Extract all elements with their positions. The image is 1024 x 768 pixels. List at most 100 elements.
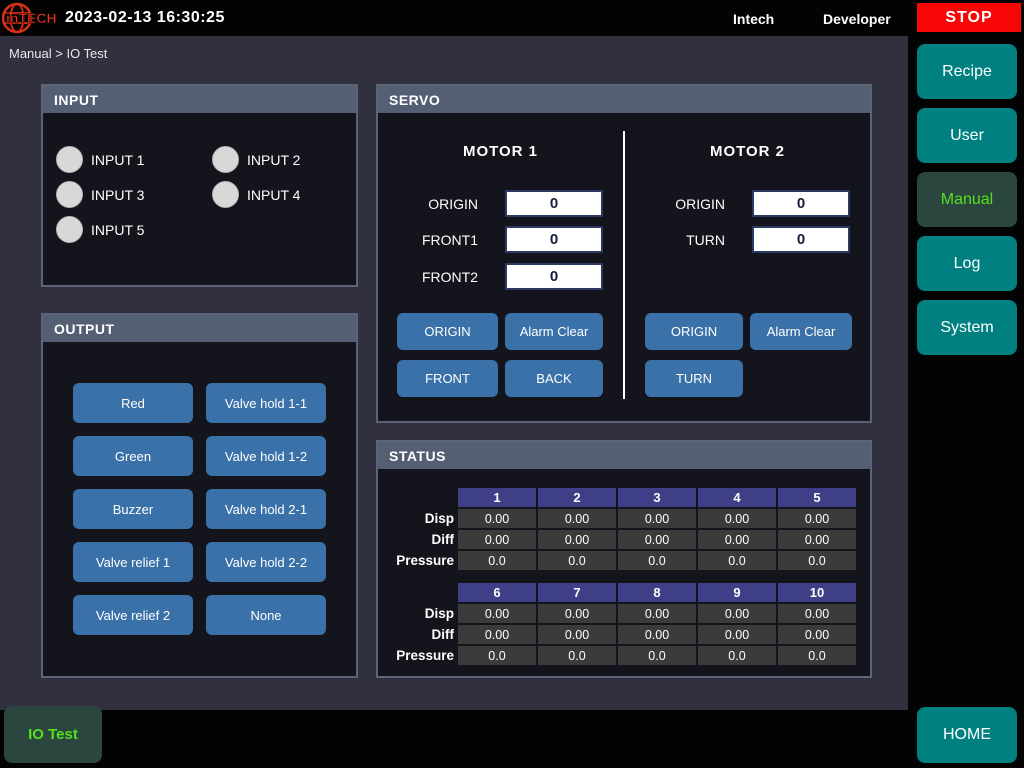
motor1-front2-value-field[interactable]: 0 — [505, 263, 603, 290]
status-col-header: 7 — [538, 583, 616, 602]
sidebar-item-log[interactable]: Log — [917, 236, 1017, 291]
page-tab-io-test[interactable]: IO Test — [4, 706, 102, 763]
status-cell: 0.00 — [458, 509, 536, 528]
sidebar-item-manual[interactable]: Manual — [917, 172, 1017, 227]
datetime-display: 2023-02-13 16:30:25 — [65, 9, 225, 27]
status-col-header: 10 — [778, 583, 856, 602]
input-indicator-3: INPUT 3 — [56, 181, 212, 208]
output-valve-hold-2-2-button[interactable]: Valve hold 2-2 — [206, 542, 326, 582]
motor2-turn-button[interactable]: TURN — [645, 360, 743, 397]
status-table-1-5: 1 2 3 4 5 Disp 0.00 0.00 0.00 0.00 0.00 … — [380, 488, 856, 570]
motor2-origin-value-field[interactable]: 0 — [752, 190, 850, 217]
motor1-alarm-clear-button[interactable]: Alarm Clear — [505, 313, 603, 350]
motor1-front2-label: FRONT2 — [378, 269, 478, 285]
status-panel: STATUS 1 2 3 4 5 Disp 0.00 0.00 0.00 0.0… — [376, 440, 872, 678]
status-cell: 0.00 — [618, 509, 696, 528]
status-cell: 0.00 — [698, 625, 776, 644]
sidebar-item-user[interactable]: User — [917, 108, 1017, 163]
motor1-origin-value-field[interactable]: 0 — [505, 190, 603, 217]
input-lamp-5-icon — [56, 216, 83, 243]
input-lamp-grid: INPUT 1 INPUT 2 INPUT 3 INPUT 4 INPUT 5 — [43, 113, 356, 243]
motor2-turn-label: TURN — [625, 232, 725, 248]
status-cell: 0.00 — [778, 509, 856, 528]
motor1-section: MOTOR 1 ORIGIN 0 FRONT1 0 FRONT2 0 ORIGI… — [378, 113, 623, 419]
status-cell: 0.00 — [458, 625, 536, 644]
status-row-label: Pressure — [380, 646, 456, 665]
output-panel: OUTPUT Red Valve hold 1-1 Green Valve ho… — [41, 313, 358, 678]
motor1-front-button[interactable]: FRONT — [397, 360, 498, 397]
input-label: INPUT 1 — [91, 152, 144, 168]
motor1-front1-value-field[interactable]: 0 — [505, 226, 603, 253]
output-valve-hold-1-1-button[interactable]: Valve hold 1-1 — [206, 383, 326, 423]
output-valve-hold-2-1-button[interactable]: Valve hold 2-1 — [206, 489, 326, 529]
motor1-front1-label: FRONT1 — [378, 232, 478, 248]
status-cell: 0.0 — [778, 551, 856, 570]
motor2-origin-button[interactable]: ORIGIN — [645, 313, 743, 350]
output-panel-title: OUTPUT — [43, 315, 356, 342]
motor2-alarm-clear-button[interactable]: Alarm Clear — [750, 313, 852, 350]
status-cell: 0.00 — [778, 625, 856, 644]
status-cell: 0.00 — [538, 625, 616, 644]
input-label: INPUT 4 — [247, 187, 300, 203]
status-col-header: 2 — [538, 488, 616, 507]
output-valve-relief-1-button[interactable]: Valve relief 1 — [73, 542, 193, 582]
input-lamp-3-icon — [56, 181, 83, 208]
svg-text:inTECH: inTECH — [6, 10, 57, 26]
status-cell: 0.00 — [458, 604, 536, 623]
status-col-header: 1 — [458, 488, 536, 507]
input-lamp-4-icon — [212, 181, 239, 208]
output-button-grid: Red Valve hold 1-1 Green Valve hold 1-2 … — [43, 342, 356, 635]
output-red-button[interactable]: Red — [73, 383, 193, 423]
status-cell: 0.00 — [618, 625, 696, 644]
sidebar-item-system[interactable]: System — [917, 300, 1017, 355]
intech-logo-icon: inTECH — [2, 1, 60, 35]
status-cell: 0.0 — [538, 646, 616, 665]
status-col-header: 5 — [778, 488, 856, 507]
output-valve-relief-2-button[interactable]: Valve relief 2 — [73, 595, 193, 635]
status-cell: 0.0 — [698, 646, 776, 665]
input-indicator-4: INPUT 4 — [212, 181, 368, 208]
motor2-title: MOTOR 2 — [625, 143, 870, 160]
status-cell: 0.0 — [698, 551, 776, 570]
input-label: INPUT 3 — [91, 187, 144, 203]
input-indicator-5: INPUT 5 — [56, 216, 212, 243]
status-cell: 0.0 — [618, 646, 696, 665]
status-col-header: 6 — [458, 583, 536, 602]
servo-body: MOTOR 1 ORIGIN 0 FRONT1 0 FRONT2 0 ORIGI… — [378, 113, 870, 419]
status-panel-title: STATUS — [378, 442, 870, 469]
sidebar-item-recipe[interactable]: Recipe — [917, 44, 1017, 99]
servo-panel: SERVO MOTOR 1 ORIGIN 0 FRONT1 0 FRONT2 0 — [376, 84, 872, 423]
status-cell: 0.0 — [538, 551, 616, 570]
input-indicator-2: INPUT 2 — [212, 146, 368, 173]
company-label: Intech — [733, 11, 774, 27]
output-buzzer-button[interactable]: Buzzer — [73, 489, 193, 529]
status-col-header: 9 — [698, 583, 776, 602]
status-table-6-10: 6 7 8 9 10 Disp 0.00 0.00 0.00 0.00 0.00… — [380, 583, 856, 665]
stop-button[interactable]: STOP — [917, 3, 1021, 32]
status-cell: 0.0 — [778, 646, 856, 665]
hmi-screen: inTECH 2023-02-13 16:30:25 Intech Develo… — [0, 0, 1024, 768]
home-button[interactable]: HOME — [917, 707, 1017, 763]
motor1-origin-button[interactable]: ORIGIN — [397, 313, 498, 350]
status-cell: 0.00 — [698, 509, 776, 528]
motor1-back-button[interactable]: BACK — [505, 360, 603, 397]
status-cell: 0.00 — [618, 530, 696, 549]
status-col-header: 8 — [618, 583, 696, 602]
input-indicator-1: INPUT 1 — [56, 146, 212, 173]
output-valve-hold-1-2-button[interactable]: Valve hold 1-2 — [206, 436, 326, 476]
status-row-label: Pressure — [380, 551, 456, 570]
motor2-section: MOTOR 2 ORIGIN 0 TURN 0 ORIGIN Alarm Cle… — [625, 113, 870, 419]
status-col-header: 3 — [618, 488, 696, 507]
output-none-button[interactable]: None — [206, 595, 326, 635]
status-row-label: Disp — [380, 509, 456, 528]
current-user-label[interactable]: Developer — [823, 11, 891, 27]
status-cell: 0.00 — [538, 509, 616, 528]
input-panel-title: INPUT — [43, 86, 356, 113]
status-cell: 0.00 — [698, 530, 776, 549]
motor1-title: MOTOR 1 — [378, 143, 623, 160]
status-cell: 0.00 — [538, 530, 616, 549]
output-green-button[interactable]: Green — [73, 436, 193, 476]
motor2-turn-value-field[interactable]: 0 — [752, 226, 850, 253]
status-cell: 0.00 — [538, 604, 616, 623]
status-cell: 0.00 — [698, 604, 776, 623]
